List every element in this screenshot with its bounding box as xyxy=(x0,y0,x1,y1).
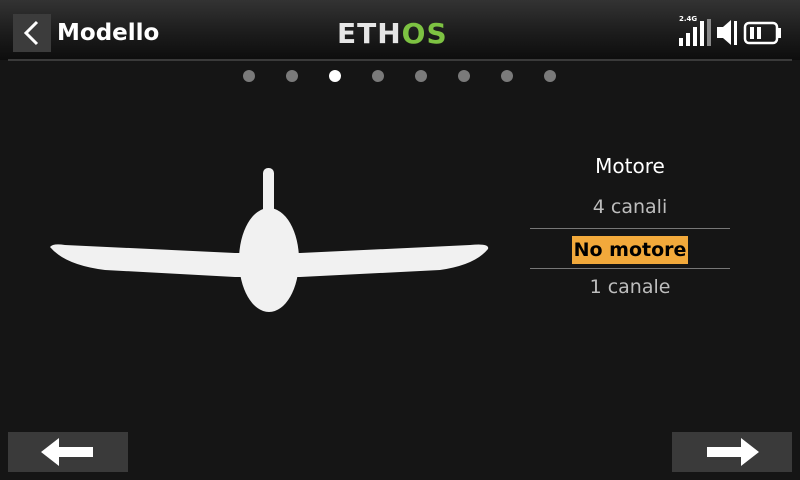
speaker-icon xyxy=(717,20,737,45)
option-1-channel[interactable]: 1 canale xyxy=(530,276,730,298)
next-button[interactable] xyxy=(672,432,792,472)
page-dot[interactable] xyxy=(372,70,384,82)
option-4-channels[interactable]: 4 canali xyxy=(530,196,730,218)
page-dot[interactable] xyxy=(415,70,427,82)
page-dot[interactable] xyxy=(458,70,470,82)
selected-option: No motore xyxy=(571,236,689,264)
header-bar: Modello ETHOS 2.4G xyxy=(0,0,800,60)
previous-button[interactable] xyxy=(8,432,128,472)
header-divider xyxy=(8,59,792,61)
page-indicator xyxy=(0,69,800,83)
selection-divider-top xyxy=(530,228,730,229)
option-no-motor[interactable]: No motore xyxy=(530,236,730,264)
ethos-logo: ETHOS xyxy=(337,17,448,50)
page-title: Modello xyxy=(57,20,160,46)
arrow-left-icon xyxy=(41,438,93,466)
selection-divider-bottom xyxy=(530,268,730,269)
chevron-left-icon xyxy=(23,20,39,46)
page-dot-active[interactable] xyxy=(329,70,341,82)
page-dot[interactable] xyxy=(501,70,513,82)
page-dot[interactable] xyxy=(544,70,556,82)
arrow-right-icon xyxy=(707,438,759,466)
battery-icon xyxy=(743,21,781,45)
status-area: 2.4G xyxy=(676,15,786,48)
plane-icon xyxy=(45,165,495,319)
page-dot[interactable] xyxy=(286,70,298,82)
page-dot[interactable] xyxy=(243,70,255,82)
motor-selector-title: Motore xyxy=(595,154,665,178)
back-button[interactable] xyxy=(13,14,51,52)
